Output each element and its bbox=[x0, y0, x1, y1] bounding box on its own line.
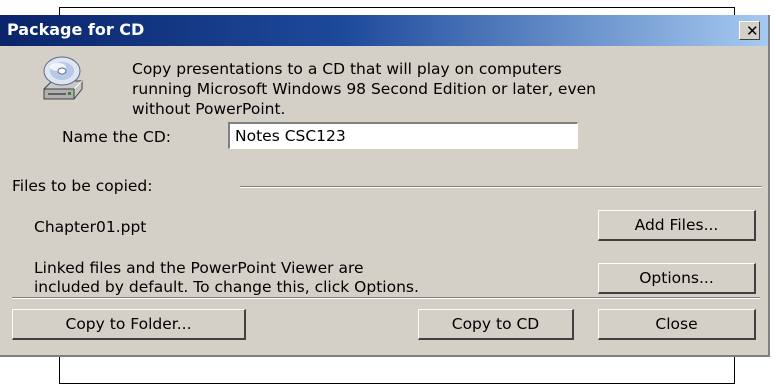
package-for-cd-dialog: Package for CD ✕ Copy presentations to a… bbox=[0, 15, 770, 357]
title-bar[interactable]: Package for CD ✕ bbox=[0, 15, 768, 46]
name-cd-label: Name the CD: bbox=[62, 128, 171, 146]
dialog-title: Package for CD bbox=[7, 20, 145, 39]
frame-top-line bbox=[59, 7, 735, 8]
add-files-button[interactable]: Add Files... bbox=[598, 210, 756, 241]
button-separator bbox=[12, 297, 760, 299]
linked-files-note: Linked files and the PowerPoint Viewer a… bbox=[34, 259, 419, 296]
options-button[interactable]: Options... bbox=[598, 263, 756, 294]
files-group-divider bbox=[240, 186, 762, 188]
frame-right-line-bottom bbox=[734, 357, 735, 384]
close-icon[interactable]: ✕ bbox=[739, 21, 760, 40]
cd-name-input[interactable] bbox=[228, 122, 578, 149]
frame-bottom-line bbox=[59, 383, 735, 384]
file-list-item[interactable]: Chapter01.ppt bbox=[34, 218, 146, 236]
copy-to-folder-button[interactable]: Copy to Folder... bbox=[12, 309, 246, 340]
frame-left-line-bottom bbox=[59, 357, 60, 384]
dialog-description: Copy presentations to a CD that will pla… bbox=[132, 60, 596, 118]
cd-drive-icon bbox=[43, 56, 83, 100]
close-button[interactable]: Close bbox=[598, 309, 756, 340]
files-group-label: Files to be copied: bbox=[12, 177, 153, 195]
copy-to-cd-button[interactable]: Copy to CD bbox=[418, 309, 574, 340]
